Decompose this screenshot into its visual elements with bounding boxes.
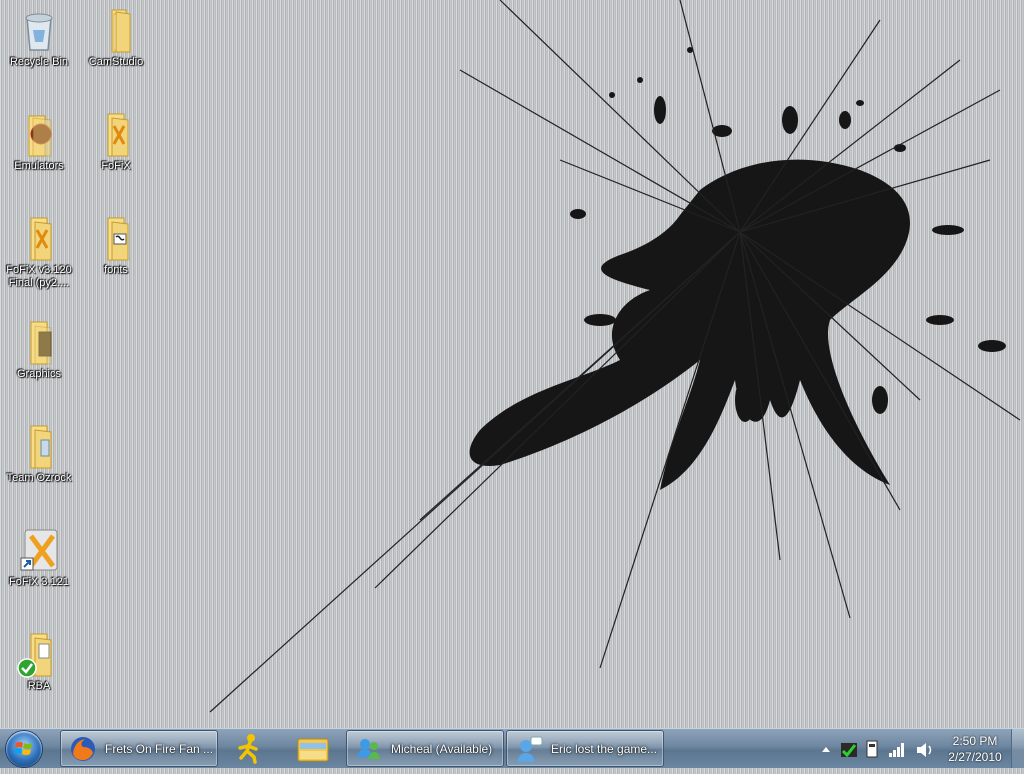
system-tray (815, 729, 945, 769)
folder-icon (15, 630, 63, 678)
taskbar-button-messenger[interactable]: Micheal (Available) (346, 730, 504, 767)
desktop[interactable]: Recycle Bin CamStudio Emulators FoFiX Fo… (0, 0, 1024, 728)
desktop-icon-label: CamStudio (88, 56, 144, 68)
recycle-bin-icon (15, 6, 63, 54)
show-desktop-button[interactable] (1011, 729, 1024, 768)
desktop-icon-recycle-bin[interactable]: Recycle Bin (1, 6, 77, 69)
taskbar-pinned-explorer[interactable] (286, 731, 340, 766)
taskbar-label: Micheal (Available) (391, 742, 493, 756)
clock-time: 2:50 PM (952, 734, 998, 748)
messenger-icon (357, 739, 380, 759)
desktop-icon-emulators[interactable]: Emulators (1, 110, 77, 173)
desktop-icon-label: Emulators (14, 160, 64, 172)
firefox-icon (71, 737, 95, 761)
taskbar: Frets On Fire Fan ... Micheal (Available… (0, 728, 1024, 768)
aim-icon (238, 734, 258, 764)
clock[interactable]: 2:50 PM 2/27/2010 (940, 733, 1010, 765)
desktop-icon-graphics[interactable]: Graphics (1, 318, 77, 381)
desktop-icon-label: FoFiX v3.120 Final (py2.... (6, 264, 72, 289)
desktop-icon-label: fonts (104, 264, 128, 276)
folder-icon (15, 214, 63, 262)
desktop-icon-label: FoFiX (101, 160, 131, 172)
taskbar-button-chat[interactable]: Eric lost the game... (506, 730, 664, 767)
folder-icon (92, 110, 140, 158)
taskbar-label: Frets On Fire Fan ... (105, 742, 214, 756)
folder-icon (15, 422, 63, 470)
desktop-icon-team-ozrock[interactable]: Team Ozrock (1, 422, 77, 485)
signal-bars-icon[interactable] (889, 743, 904, 757)
taskbar-button-firefox[interactable]: Frets On Fire Fan ... (60, 730, 218, 767)
desktop-icon-fofix-3121[interactable]: FoFiX 3.121 (1, 526, 77, 589)
folder-icon (15, 318, 63, 366)
desktop-icon-label: Graphics (16, 368, 62, 380)
desktop-icon-fofix[interactable]: FoFiX (78, 110, 154, 173)
clock-date: 2/27/2010 (948, 750, 1002, 764)
windows-start-icon[interactable] (6, 731, 42, 767)
folder-icon (15, 110, 63, 158)
desktop-icon-fofix-v3120[interactable]: FoFiX v3.120 Final (py2.... (1, 214, 77, 290)
network-check-icon[interactable] (841, 743, 857, 758)
desktop-icon-label: RBA (27, 680, 51, 692)
explorer-icon (297, 738, 329, 762)
chat-icon (517, 736, 543, 762)
taskbar-pinned-aim[interactable] (224, 731, 278, 766)
folder-icon (92, 214, 140, 262)
usb-device-icon[interactable] (866, 740, 878, 758)
desktop-icon-label: FoFiX 3.121 (9, 576, 69, 588)
folder-icon (92, 6, 140, 54)
shortcut-icon (15, 526, 63, 574)
desktop-icon-label: Team Ozrock (6, 472, 72, 484)
desktop-icon-label: Recycle Bin (9, 56, 69, 68)
desktop-icon-fonts[interactable]: fonts (78, 214, 154, 277)
volume-icon[interactable] (917, 743, 932, 757)
desktop-icon-rba[interactable]: RBA (1, 630, 77, 693)
show-hidden-icons-icon[interactable] (822, 747, 830, 752)
desktop-icon-camstudio[interactable]: CamStudio (78, 6, 154, 69)
taskbar-label: Eric lost the game... (551, 742, 658, 756)
